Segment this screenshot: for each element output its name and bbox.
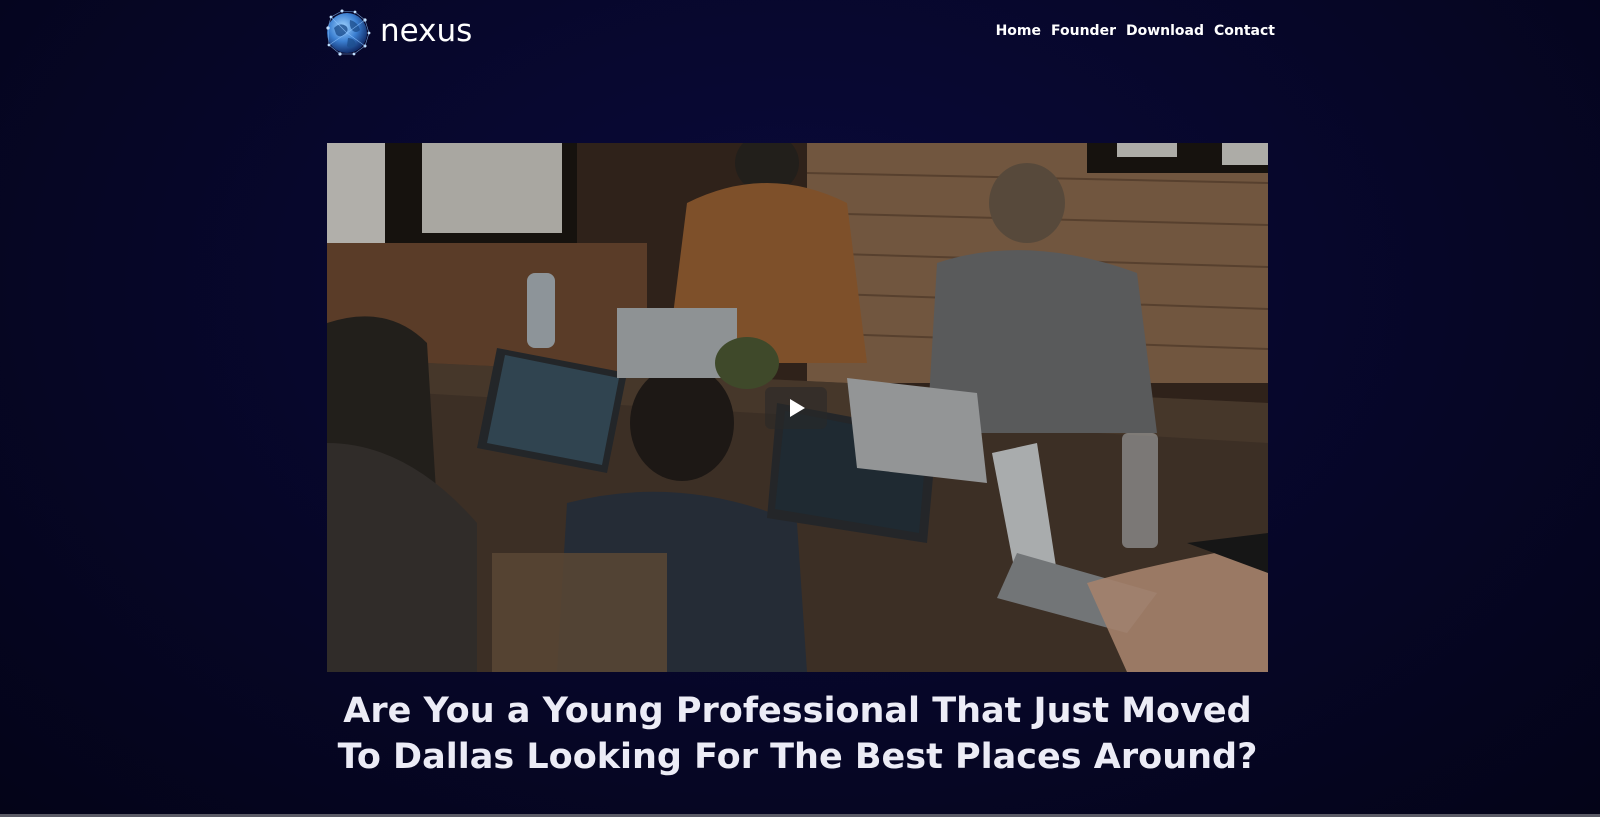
hero-video[interactable] <box>327 143 1268 672</box>
nav-link-home[interactable]: Home <box>996 23 1041 39</box>
logo[interactable]: nexus <box>322 8 472 58</box>
nav-link-download[interactable]: Download <box>1126 23 1204 39</box>
site-header: nexus Home Founder Download Contact <box>0 0 1600 70</box>
play-button[interactable] <box>765 387 827 429</box>
main-nav: Home Founder Download Contact <box>996 23 1275 39</box>
play-icon <box>790 399 805 417</box>
nav-link-contact[interactable]: Contact <box>1214 23 1275 39</box>
brand-name: nexus <box>380 12 473 49</box>
page-headline: Are You a Young Professional That Just M… <box>337 691 1258 777</box>
globe-icon <box>326 9 371 56</box>
nav-link-founder[interactable]: Founder <box>1051 23 1116 39</box>
